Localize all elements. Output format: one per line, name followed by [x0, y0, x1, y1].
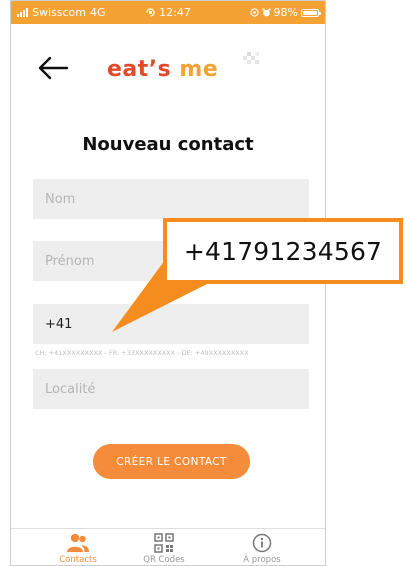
- bottom-navigation: Contacts QR Codes À propos: [11, 528, 325, 565]
- alarm-icon: [262, 8, 271, 17]
- signal-icon: [17, 8, 28, 17]
- phone-input[interactable]: [33, 304, 309, 344]
- location-icon: [249, 8, 259, 17]
- logo-squares-icon: [243, 52, 259, 64]
- battery-percent: 98%: [273, 6, 298, 19]
- battery-icon: [300, 8, 321, 17]
- nom-input[interactable]: [33, 179, 309, 219]
- status-bar: Swisscom 4G 12:47 98%: [11, 1, 325, 24]
- logo-text-eats: eat’s: [107, 57, 180, 82]
- contacts-icon: [67, 533, 89, 552]
- phone-number-callout: +41791234567: [163, 218, 403, 284]
- create-contact-button[interactable]: CRÉER LE CONTACT: [93, 444, 250, 479]
- back-arrow-icon[interactable]: [37, 55, 69, 81]
- clock: 12:47: [159, 6, 191, 19]
- nav-a-propos-label: À propos: [243, 555, 281, 565]
- callout-phone-number: +41791234567: [167, 222, 399, 280]
- info-icon: [252, 533, 272, 553]
- carrier-name: Swisscom: [32, 6, 86, 19]
- nav-a-propos[interactable]: À propos: [227, 533, 297, 565]
- logo-text-me: me: [179, 57, 219, 82]
- localite-input[interactable]: [33, 369, 309, 409]
- page-title: Nouveau contact: [82, 134, 254, 155]
- nav-qr-codes-label: QR Codes: [143, 555, 185, 565]
- phone-format-hint: CH: +41XXXXXXXXX - FR: +33XXXXXXXXX - DE…: [35, 349, 249, 357]
- qr-code-icon: [154, 533, 174, 553]
- network-type: 4G: [90, 6, 106, 19]
- battery-fill: [302, 10, 317, 15]
- nav-qr-codes[interactable]: QR Codes: [129, 533, 199, 565]
- screen-lock-icon: [146, 8, 155, 17]
- nav-contacts-label: Contacts: [59, 555, 97, 565]
- eats-me-logo: eat’s me: [107, 57, 218, 82]
- nav-contacts[interactable]: Contacts: [43, 533, 113, 565]
